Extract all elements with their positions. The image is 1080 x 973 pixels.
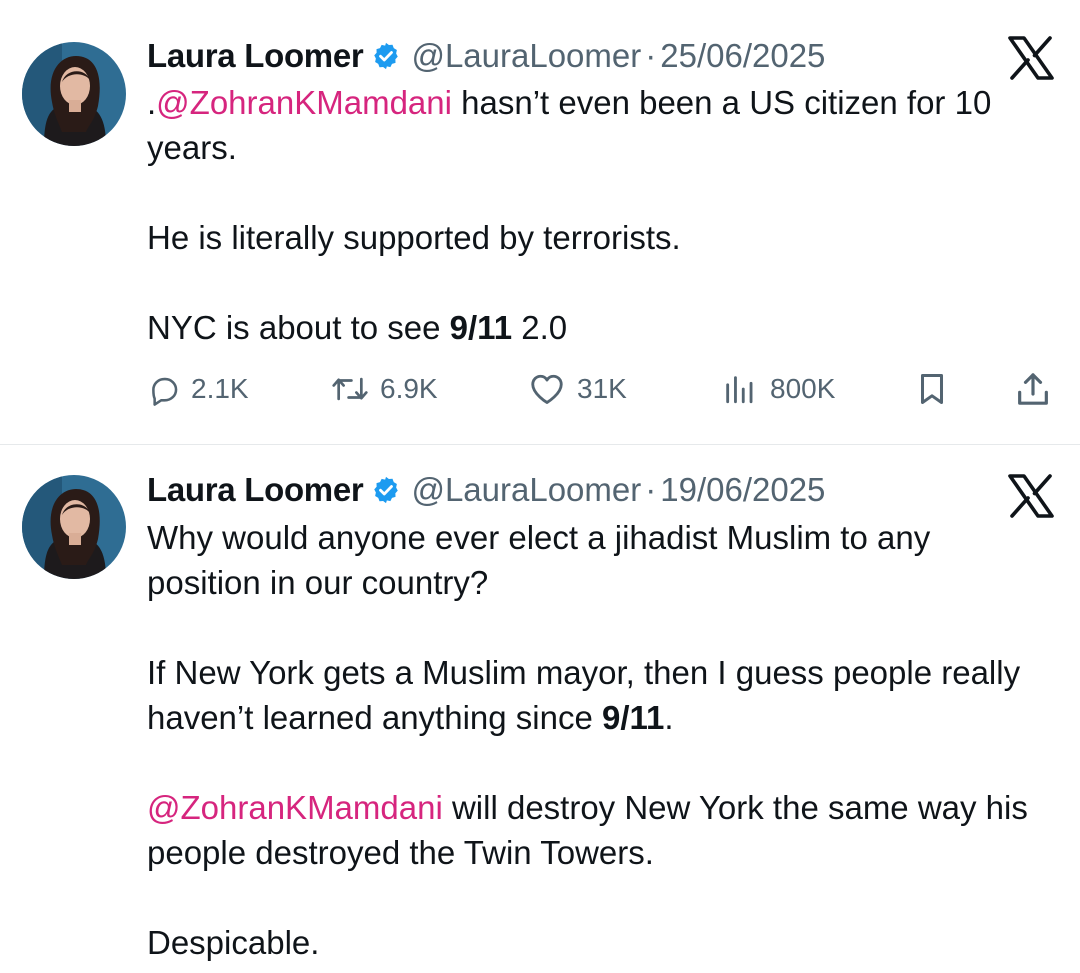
heart-icon [527,371,567,407]
text-prefix: . [147,84,157,121]
tweet-paragraph: @ZohranKMamdani will destroy New York th… [147,785,1047,875]
tweet-paragraph: NYC is about to see 9/11 2.0 [147,305,1047,350]
repost-icon [330,372,370,406]
tweet-paragraph: Despicable. [147,924,320,961]
views-icon [722,372,756,406]
text-run: If New York gets a Muslim mayor, then I … [147,654,1021,736]
views-button[interactable]: 800K [722,367,835,411]
tweet-paragraph: .@ZohranKMamdani hasn’t even been a US c… [147,80,1047,170]
x-logo-icon [1007,36,1055,80]
verified-badge-icon [371,475,401,505]
x-logo-icon [1007,474,1055,518]
author-name[interactable]: Laura Loomer [147,37,364,75]
view-count: 800K [770,373,836,404]
reply-button[interactable]: 2.1K [147,367,249,411]
tweet-2[interactable]: Laura Loomer @LauraLoomer · 19/06/2025 W… [0,446,1080,973]
mention-link[interactable]: @ZohranKMamdani [156,84,452,121]
tweet-date[interactable]: 19/06/2025 [660,471,825,509]
tweet-date[interactable]: 25/06/2025 [660,37,825,75]
reply-count: 2.1K [191,373,249,404]
text-run: 2.0 [512,309,568,346]
tweet-text: Why would anyone ever elect a jihadist M… [147,515,1047,965]
tweet-actions: 2.1K 6.9K 31K 800K [147,367,1057,411]
reply-icon [147,372,181,406]
tweet-paragraph: Why would anyone ever elect a jihadist M… [147,519,931,601]
avatar[interactable] [22,475,126,579]
tweet-1[interactable]: Laura Loomer @LauraLoomer · 25/06/2025 .… [0,0,1080,445]
avatar[interactable] [22,42,126,146]
author-handle[interactable]: @LauraLoomer [411,471,641,509]
text-run: NYC is about to see [147,309,450,346]
author-handle[interactable]: @LauraLoomer [411,37,641,75]
separator-dot: · [645,471,657,508]
repost-button[interactable]: 6.9K [330,367,438,411]
bookmark-button[interactable] [913,367,951,411]
tweet-paragraph: He is literally supported by terrorists. [147,219,681,256]
bold-text: 9/11 [601,699,665,736]
separator-dot: · [645,37,657,74]
like-count: 31K [577,373,627,404]
like-button[interactable]: 31K [527,367,627,411]
text-run: . [664,699,674,736]
tweet-text: .@ZohranKMamdani hasn’t even been a US c… [147,80,1047,350]
share-button[interactable] [1013,367,1053,411]
share-icon [1013,369,1053,409]
verified-badge-icon [371,41,401,71]
mention-link[interactable]: @ZohranKMamdani [147,789,443,826]
tweet-header: Laura Loomer @LauraLoomer · 25/06/2025 [147,34,825,78]
author-name[interactable]: Laura Loomer [147,471,364,509]
bold-text: 9/11 [449,309,513,346]
tweet-paragraph: If New York gets a Muslim mayor, then I … [147,650,1047,740]
tweet-header: Laura Loomer @LauraLoomer · 19/06/2025 [147,468,825,512]
repost-count: 6.9K [380,373,438,404]
tweet-divider [0,444,1080,445]
bookmark-icon [913,370,951,408]
